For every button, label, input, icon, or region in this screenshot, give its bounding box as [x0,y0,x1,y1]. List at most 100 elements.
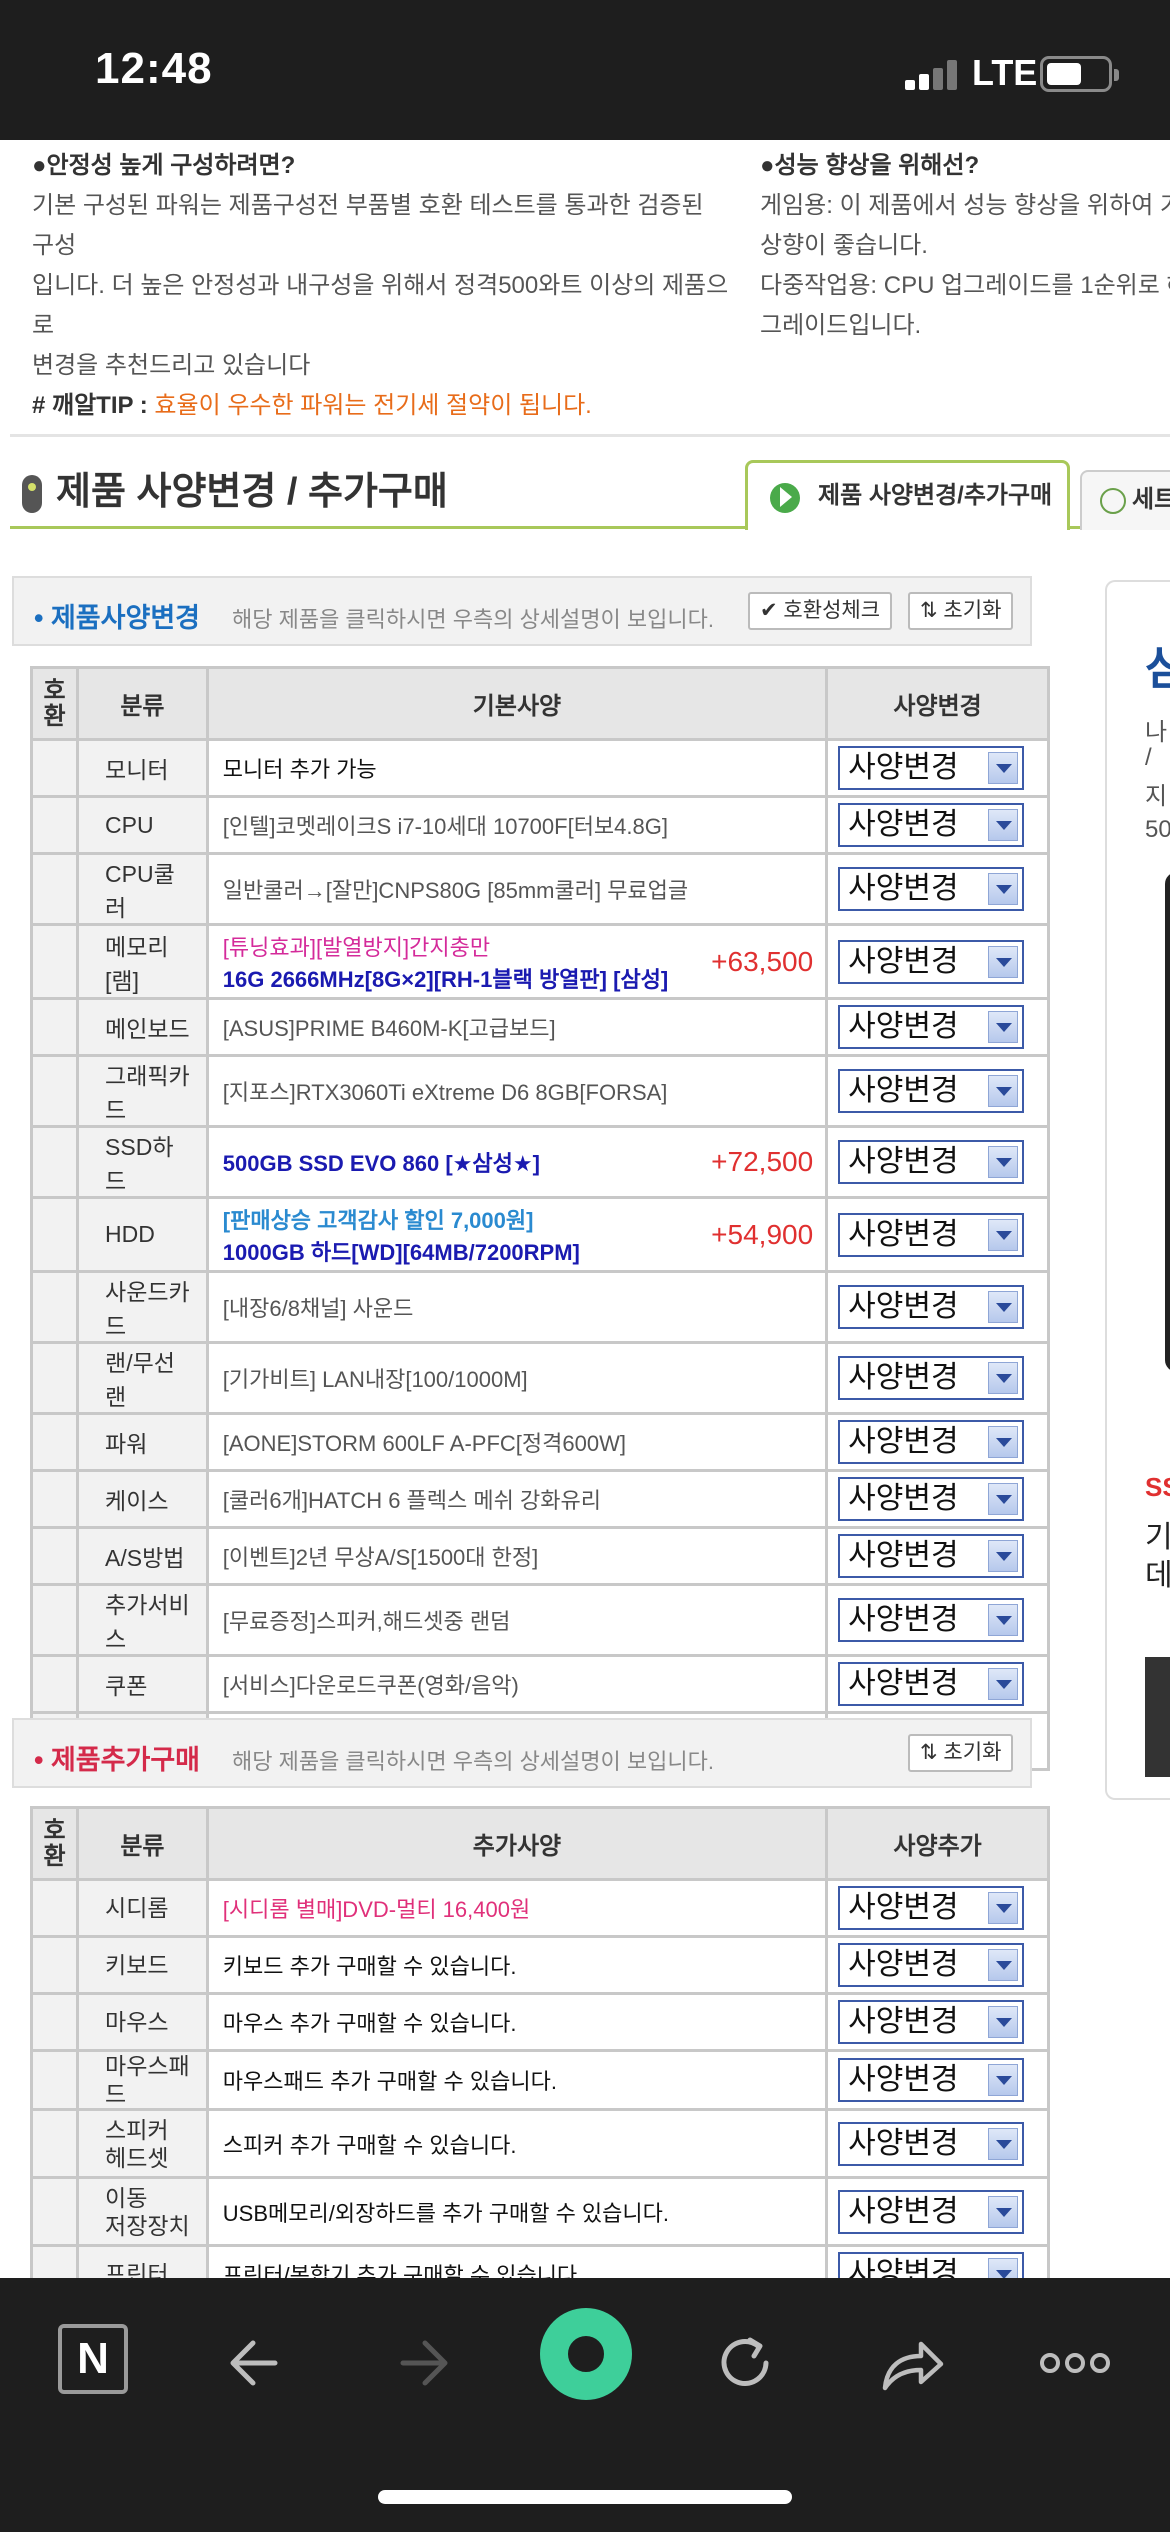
spec-add-select[interactable]: 사양변경 [838,1886,1025,1930]
chevron-down-icon[interactable] [988,1949,1019,1981]
table-row[interactable]: 그래픽카드 [지포스]RTX3060Ti eXtreme D6 8GB[FORSA… [29,1054,1050,1128]
add-spec-cell[interactable]: 프린터/복합기 추가 구매할 수 있습니다. [205,2244,829,2278]
table-row[interactable]: 파워 [AONE]STORM 600LF A-PFC[정격600W] 사양변경 [29,1412,1050,1472]
spec-change-select[interactable]: 사양변경 [838,1005,1025,1049]
share-icon[interactable] [865,2318,955,2408]
chevron-down-icon[interactable] [988,809,1019,841]
chevron-down-icon[interactable] [988,1362,1019,1394]
spec-change-select[interactable]: 사양변경 [838,803,1025,847]
table-row[interactable]: 쿠폰 [서비스]다운로드쿠폰(영화/음악) 사양변경 [29,1654,1050,1714]
table-row[interactable]: 케이스 [쿨러6개]HATCH 6 플렉스 메쉬 강화유리 사양변경 [29,1469,1050,1529]
more-icon[interactable] [1030,2318,1120,2408]
base-spec-cell[interactable]: [기가비트] LAN내장[100/1000M] [205,1341,829,1415]
chevron-down-icon[interactable] [988,1218,1019,1251]
table-row[interactable]: 키보드 키보드 추가 구매할 수 있습니다. 사양변경 [29,1935,1050,1995]
chevron-down-icon[interactable] [988,1146,1019,1178]
spec-add-select[interactable]: 사양변경 [838,2252,1025,2278]
chevron-down-icon[interactable] [988,2064,1019,2096]
spec-change-select[interactable]: 사양변경 [838,1598,1025,1642]
spec-change-select[interactable]: 사양변경 [838,1534,1025,1578]
add-spec-cell[interactable]: USB메모리/외장하드를 추가 구매할 수 있습니다. [205,2176,829,2247]
spec-add-select[interactable]: 사양변경 [838,2000,1025,2044]
base-spec-cell[interactable]: [쿨러6개]HATCH 6 플렉스 메쉬 강화유리 [205,1469,829,1529]
spec-change-select[interactable]: 사양변경 [838,1662,1025,1706]
table-row[interactable]: 랜/무선랜 [기가비트] LAN내장[100/1000M] 사양변경 [29,1341,1050,1415]
spec-change-select[interactable]: 사양변경 [838,746,1025,790]
chevron-down-icon[interactable] [988,1892,1019,1924]
base-spec-cell[interactable]: [인텔]코멧레이크S i7-10세대 10700F[터보4.8G] [205,795,829,855]
base-spec-cell[interactable]: [이벤트]2년 무상A/S[1500대 한정] [205,1526,829,1586]
table-row[interactable]: 프린터 프린터/복합기 추가 구매할 수 있습니다. 사양변경 [29,2244,1050,2278]
table-row[interactable]: HDD [판매상승 고객감사 할인 7,000원] 1000GB 하드[WD][64… [29,1196,1050,1273]
base-spec-cell[interactable]: 모니터 추가 가능 [205,738,829,798]
spec-change-select[interactable]: 사양변경 [838,1285,1025,1329]
chevron-down-icon[interactable] [988,1011,1019,1043]
chevron-down-icon[interactable] [988,2258,1019,2278]
naver-home-icon[interactable]: N [58,2324,128,2394]
add-spec-cell[interactable]: 키보드 추가 구매할 수 있습니다. [205,1935,829,1995]
add-spec-cell[interactable]: [시디롬 별매]DVD-멀티 16,400원 [205,1878,829,1938]
table-row[interactable]: 시디롬 [시디롬 별매]DVD-멀티 16,400원 사양변경 [29,1878,1050,1938]
spec-add-select[interactable]: 사양변경 [838,2058,1025,2102]
spec-change-select[interactable]: 사양변경 [838,1477,1025,1521]
table-row[interactable]: 메인보드 [ASUS]PRIME B460M-K[고급보드] 사양변경 [29,997,1050,1057]
base-spec-cell[interactable]: [지포스]RTX3060Ti eXtreme D6 8GB[FORSA] [205,1054,829,1128]
table-row[interactable]: CPU쿨러 일반쿨러→[잘만]CNPS80G [85mm쿨러] 무료업글 사양변경 [29,852,1050,926]
chevron-down-icon[interactable] [988,2195,1019,2228]
spec-change-select[interactable]: 사양변경 [838,1140,1025,1184]
green-window-button[interactable] [540,2308,632,2400]
spec-change-select[interactable]: 사양변경 [838,1356,1025,1400]
add-spec-cell[interactable]: 마우스패드 추가 구매할 수 있습니다. [205,2049,829,2111]
base-spec-cell[interactable]: [AONE]STORM 600LF A-PFC[정격600W] [205,1412,829,1472]
add-spec-cell[interactable]: 마우스 추가 구매할 수 있습니다. [205,1992,829,2052]
chevron-down-icon[interactable] [988,752,1019,784]
forward-icon[interactable] [378,2318,468,2408]
reset-button[interactable]: ⇅ 초기화 [908,592,1014,630]
table-row[interactable]: 메모리[램] [튜닝효과][발열방지]간지충만 16G 2666MHz[8G×2][… [29,923,1050,1000]
table-row[interactable]: 추가서비스 [무료증정]스피커,해드셋중 랜덤 사양변경 [29,1583,1050,1657]
tab-spec-change[interactable]: 제품 사양변경/추가구매 [745,460,1070,530]
add-reset-button[interactable]: ⇅ 초기화 [908,1734,1014,1772]
table-row[interactable]: CPU [인텔]코멧레이크S i7-10세대 10700F[터보4.8G] 사양변경 [29,795,1050,855]
base-spec-cell[interactable]: [무료증정]스피커,해드셋중 랜덤 [205,1583,829,1657]
chevron-down-icon[interactable] [988,2127,1019,2160]
chevron-down-icon[interactable] [988,945,1019,978]
chevron-down-icon[interactable] [988,873,1019,905]
table-row[interactable]: SSD하드 500GB SSD EVO 860 [★삼성★] +72,500 사양변경 [29,1125,1050,1199]
chevron-down-icon[interactable] [988,1426,1019,1458]
table-row[interactable]: 스피커 헤드셋 스피커 추가 구매할 수 있습니다. 사양변경 [29,2108,1050,2179]
spec-add-select[interactable]: 사양변경 [838,1943,1025,1987]
base-spec-cell[interactable]: [내장6/8채널] 사운드 [205,1270,829,1344]
chevron-down-icon[interactable] [988,1540,1019,1572]
spec-change-select[interactable]: 사양변경 [838,939,1025,984]
base-spec-cell[interactable]: [ASUS]PRIME B460M-K[고급보드] [205,997,829,1057]
refresh-icon[interactable] [700,2318,790,2408]
chevron-down-icon[interactable] [988,1291,1019,1323]
home-indicator[interactable] [378,2490,792,2504]
base-spec-cell[interactable]: [서비스]다운로드쿠폰(영화/음악) [205,1654,829,1714]
table-row[interactable]: 사운드카드 [내장6/8채널] 사운드 사양변경 [29,1270,1050,1344]
chevron-down-icon[interactable] [988,1483,1019,1515]
spec-change-select[interactable]: 사양변경 [838,1212,1025,1257]
table-row[interactable]: 마우스 마우스 추가 구매할 수 있습니다. 사양변경 [29,1992,1050,2052]
base-spec-cell[interactable]: 일반쿨러→[잘만]CNPS80G [85mm쿨러] 무료업글 [205,852,829,926]
chevron-down-icon[interactable] [988,1604,1019,1636]
chevron-down-icon[interactable] [988,1668,1019,1700]
spec-add-select[interactable]: 사양변경 [838,2121,1025,2166]
table-row[interactable]: 이동 저장장치 USB메모리/외장하드를 추가 구매할 수 있습니다. 사양변경 [29,2176,1050,2247]
spec-add-select[interactable]: 사양변경 [838,2189,1025,2234]
back-icon[interactable] [215,2318,305,2408]
spec-change-select[interactable]: 사양변경 [838,867,1025,911]
base-spec-cell[interactable]: [판매상승 고객감사 할인 7,000원] 1000GB 하드[WD][64MB/… [205,1196,829,1273]
spec-change-select[interactable]: 사양변경 [838,1069,1025,1113]
base-spec-cell[interactable]: 500GB SSD EVO 860 [★삼성★] +72,500 [205,1125,829,1199]
base-spec-cell[interactable]: [튜닝효과][발열방지]간지충만 16G 2666MHz[8G×2][RH-1블랙… [205,923,829,1000]
chevron-down-icon[interactable] [988,2006,1019,2038]
tab-set[interactable]: 세트 [1080,470,1170,530]
chevron-down-icon[interactable] [988,1075,1019,1107]
compat-check-button[interactable]: ✔ 호환성체크 [748,592,893,630]
spec-change-select[interactable]: 사양변경 [838,1420,1025,1464]
add-spec-cell[interactable]: 스피커 추가 구매할 수 있습니다. [205,2108,829,2179]
table-row[interactable]: A/S방법 [이벤트]2년 무상A/S[1500대 한정] 사양변경 [29,1526,1050,1586]
table-row[interactable]: 모니터 모니터 추가 가능 사양변경 [29,738,1050,798]
